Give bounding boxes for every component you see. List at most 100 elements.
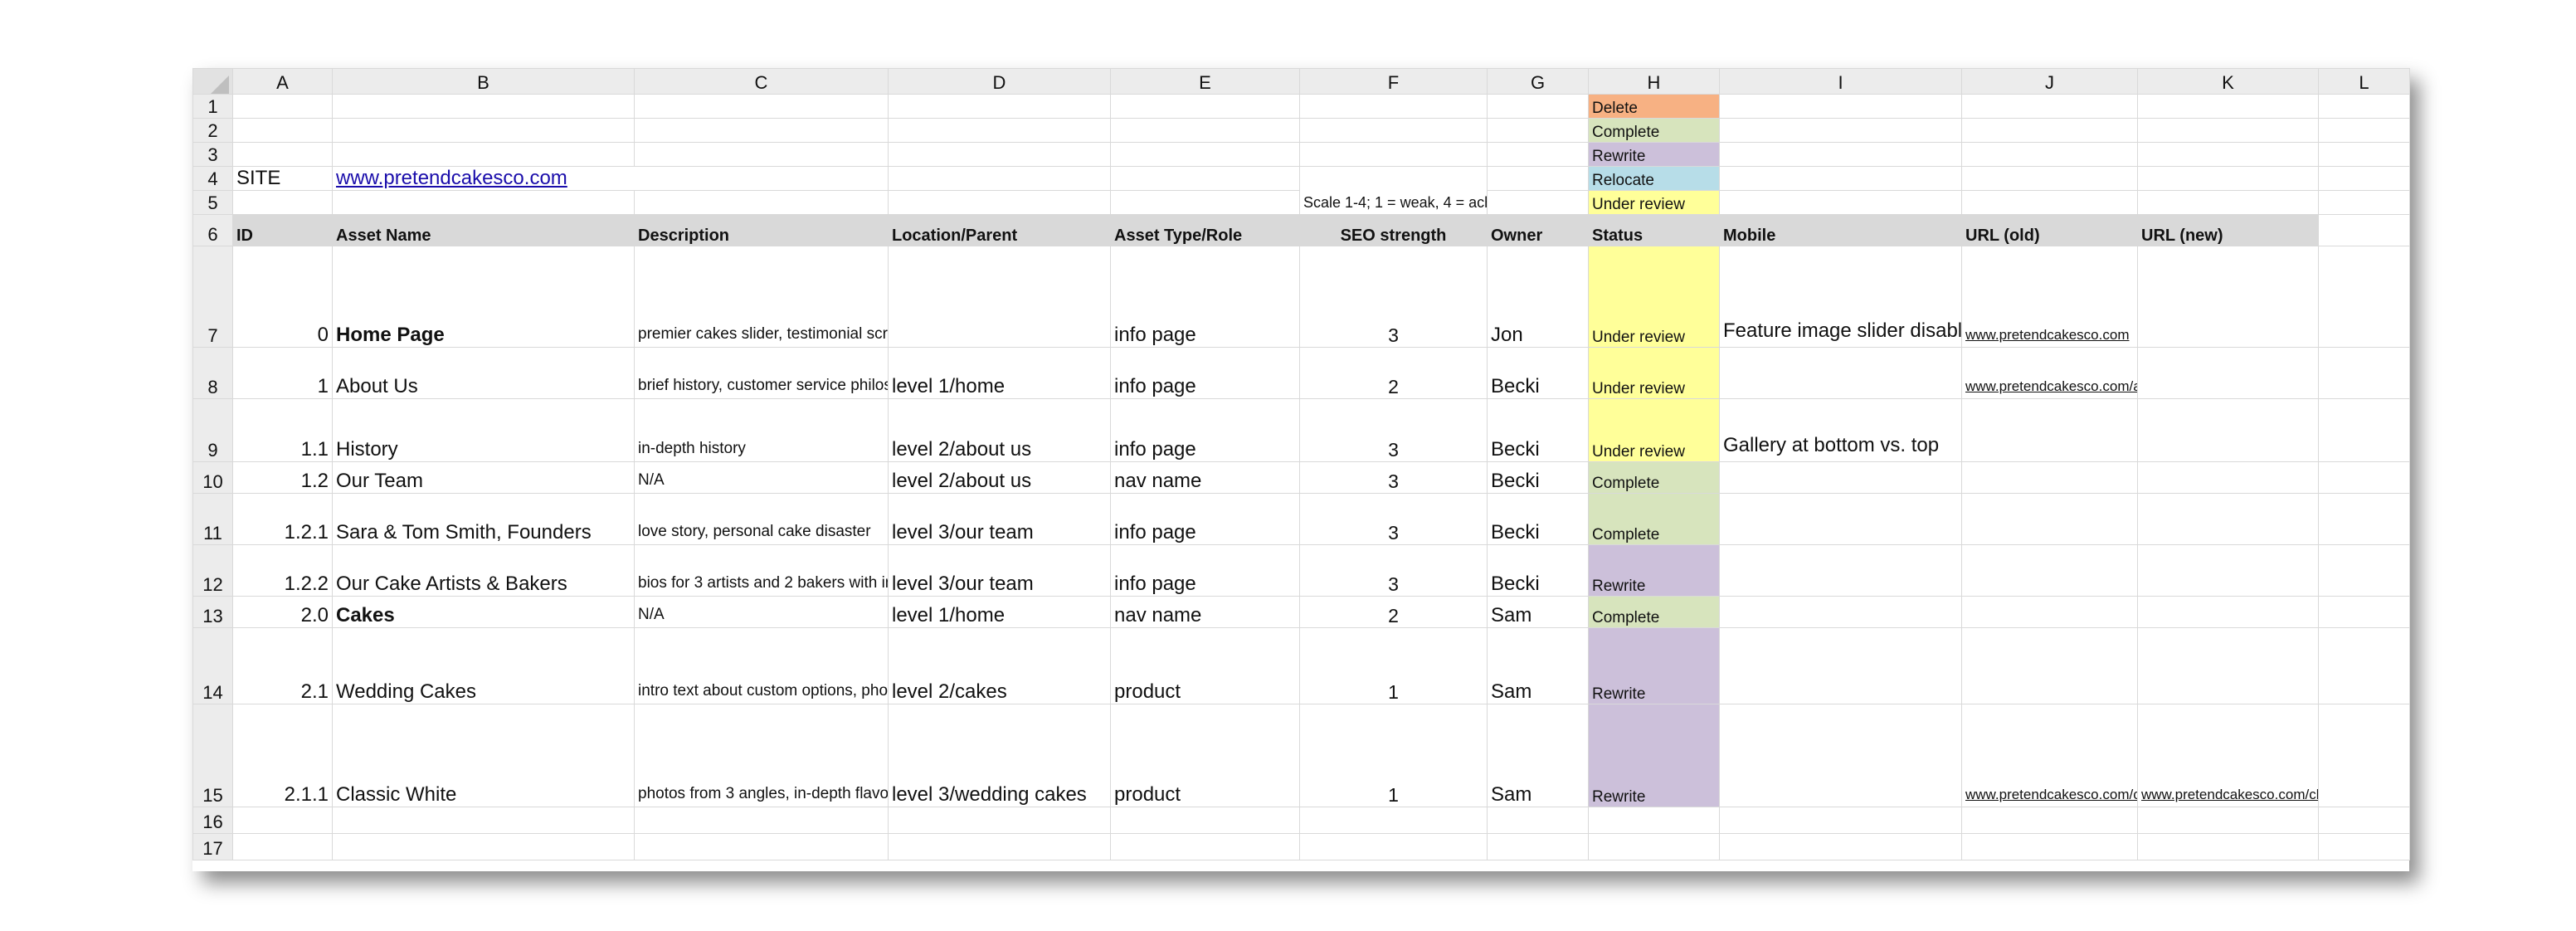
id-cell[interactable]: 1.1 bbox=[232, 398, 333, 462]
status-cell[interactable]: Rewrite bbox=[1588, 544, 1720, 597]
cell[interactable] bbox=[1299, 94, 1488, 119]
url-new-cell[interactable] bbox=[2137, 544, 2319, 597]
cell[interactable] bbox=[1110, 833, 1300, 860]
row-header[interactable]: 5 bbox=[192, 190, 233, 215]
description-cell[interactable]: premier cakes slider, testimonial scroll… bbox=[634, 246, 889, 348]
mobile-cell[interactable] bbox=[1719, 596, 1962, 628]
cell[interactable] bbox=[2318, 807, 2410, 834]
cell[interactable] bbox=[1110, 118, 1300, 143]
url-old-cell[interactable] bbox=[1961, 461, 2138, 494]
location-cell[interactable]: level 3/our team bbox=[888, 493, 1111, 545]
owner-cell[interactable]: Becki bbox=[1487, 347, 1589, 399]
seo-strength-cell[interactable]: 3 bbox=[1299, 461, 1488, 494]
asset-name-cell[interactable]: Our Team bbox=[332, 461, 635, 494]
header-asset-type[interactable]: Asset Type/Role bbox=[1110, 214, 1300, 246]
column-header-b[interactable]: B bbox=[332, 68, 635, 95]
cell[interactable] bbox=[2318, 398, 2410, 462]
asset-type-cell[interactable]: info page bbox=[1110, 246, 1300, 348]
seo-strength-cell[interactable]: 3 bbox=[1299, 544, 1488, 597]
cell[interactable] bbox=[1719, 118, 1962, 143]
cell[interactable] bbox=[332, 190, 635, 215]
legend-under-review[interactable]: Under review bbox=[1588, 190, 1720, 215]
cell[interactable] bbox=[1110, 166, 1300, 191]
cell[interactable] bbox=[2318, 166, 2410, 191]
description-cell[interactable]: in-depth history bbox=[634, 398, 889, 462]
asset-name-cell[interactable]: Sara & Tom Smith, Founders bbox=[332, 493, 635, 545]
row-header[interactable]: 17 bbox=[192, 833, 233, 860]
id-cell[interactable]: 2.0 bbox=[232, 596, 333, 628]
legend-delete[interactable]: Delete bbox=[1588, 94, 1720, 119]
seo-strength-cell[interactable]: 3 bbox=[1299, 398, 1488, 462]
status-cell[interactable]: Complete bbox=[1588, 493, 1720, 545]
header-url-old[interactable]: URL (old) bbox=[1961, 214, 2138, 246]
cell[interactable] bbox=[888, 190, 1111, 215]
url-new-link[interactable]: www.pretendcakesco.com/classicwhitecake bbox=[2137, 704, 2319, 807]
cell[interactable] bbox=[2137, 166, 2319, 191]
cell[interactable] bbox=[1719, 190, 1962, 215]
url-old-cell[interactable] bbox=[1961, 398, 2138, 462]
cell[interactable] bbox=[2137, 118, 2319, 143]
cell[interactable] bbox=[1719, 94, 1962, 119]
cell[interactable] bbox=[2137, 807, 2319, 834]
url-old-link[interactable]: www.pretendcakesco.com/classic bbox=[1961, 704, 2138, 807]
mobile-cell[interactable]: Feature image slider disabled bbox=[1719, 246, 1962, 348]
row-header[interactable]: 13 bbox=[192, 596, 233, 628]
row-header[interactable]: 16 bbox=[192, 807, 233, 834]
status-cell[interactable]: Complete bbox=[1588, 596, 1720, 628]
url-new-cell[interactable] bbox=[2137, 246, 2319, 348]
owner-cell[interactable]: Jon bbox=[1487, 246, 1589, 348]
cell[interactable] bbox=[634, 807, 889, 834]
cell[interactable] bbox=[2318, 704, 2410, 807]
description-cell[interactable]: bios for 3 artists and 2 bakers with ima… bbox=[634, 544, 889, 597]
cell[interactable] bbox=[232, 833, 333, 860]
cell[interactable] bbox=[2318, 493, 2410, 545]
owner-cell[interactable]: Sam bbox=[1487, 596, 1589, 628]
cell[interactable] bbox=[1961, 166, 2138, 191]
seo-strength-cell[interactable]: 3 bbox=[1299, 246, 1488, 348]
column-header-c[interactable]: C bbox=[634, 68, 889, 95]
cell[interactable] bbox=[1961, 142, 2138, 167]
description-cell[interactable]: intro text about custom options, photo g… bbox=[634, 627, 889, 704]
row-header[interactable]: 9 bbox=[192, 398, 233, 462]
cell[interactable] bbox=[1719, 142, 1962, 167]
header-id[interactable]: ID bbox=[232, 214, 333, 246]
row-header[interactable]: 6 bbox=[192, 214, 233, 246]
cell[interactable] bbox=[634, 94, 889, 119]
cell[interactable] bbox=[2318, 190, 2410, 215]
site-url-link[interactable]: www.pretendcakesco.com bbox=[336, 168, 567, 190]
cell[interactable] bbox=[2318, 347, 2410, 399]
cell[interactable] bbox=[1299, 833, 1488, 860]
cell[interactable] bbox=[232, 142, 333, 167]
cell[interactable] bbox=[1110, 807, 1300, 834]
location-cell[interactable]: level 3/wedding cakes bbox=[888, 704, 1111, 807]
cell[interactable] bbox=[1588, 807, 1720, 834]
column-header-j[interactable]: J bbox=[1961, 68, 2138, 95]
header-status[interactable]: Status bbox=[1588, 214, 1720, 246]
id-cell[interactable]: 2.1.1 bbox=[232, 704, 333, 807]
cell[interactable] bbox=[1110, 190, 1300, 215]
cell[interactable] bbox=[1719, 807, 1962, 834]
column-header-a[interactable]: A bbox=[232, 68, 333, 95]
id-cell[interactable]: 1.2.1 bbox=[232, 493, 333, 545]
location-cell[interactable]: level 2/about us bbox=[888, 398, 1111, 462]
header-url-new[interactable]: URL (new) bbox=[2137, 214, 2319, 246]
cell[interactable] bbox=[1487, 118, 1589, 143]
cell[interactable] bbox=[888, 118, 1111, 143]
asset-type-cell[interactable]: info page bbox=[1110, 544, 1300, 597]
cell[interactable] bbox=[2318, 596, 2410, 628]
row-header[interactable]: 2 bbox=[192, 118, 233, 143]
cell[interactable] bbox=[888, 807, 1111, 834]
cell[interactable] bbox=[888, 142, 1111, 167]
seo-strength-cell[interactable]: 3 bbox=[1299, 493, 1488, 545]
site-label-cell[interactable]: SITE bbox=[232, 166, 333, 191]
status-cell[interactable]: Under review bbox=[1588, 398, 1720, 462]
cell[interactable] bbox=[888, 833, 1111, 860]
cell[interactable] bbox=[2137, 190, 2319, 215]
mobile-cell[interactable] bbox=[1719, 461, 1962, 494]
cell[interactable] bbox=[1487, 142, 1589, 167]
legend-rewrite[interactable]: Rewrite bbox=[1588, 142, 1720, 167]
cell[interactable] bbox=[332, 142, 635, 167]
column-header-d[interactable]: D bbox=[888, 68, 1111, 95]
row-header[interactable]: 7 bbox=[192, 246, 233, 348]
cell[interactable] bbox=[2318, 246, 2410, 348]
